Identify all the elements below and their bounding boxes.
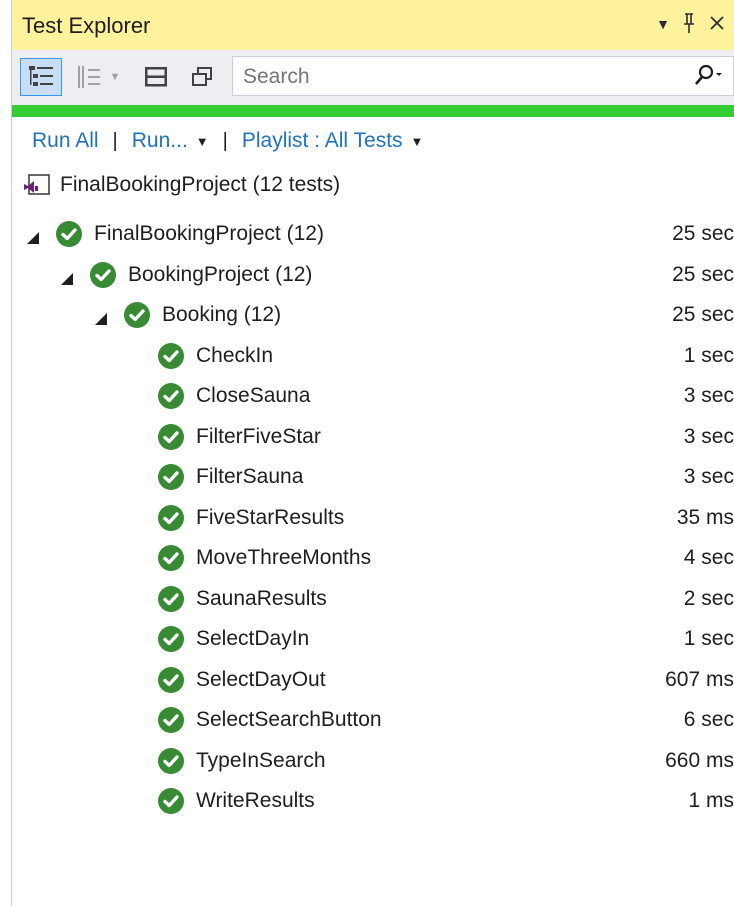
tree-expander-icon[interactable] [94, 308, 108, 326]
passed-check-icon [158, 585, 184, 612]
separator: | [222, 129, 228, 152]
group-by-button[interactable] [20, 58, 62, 96]
expand-collapse-button[interactable] [138, 58, 174, 96]
passed-check-icon [158, 423, 184, 450]
test-tree-row[interactable]: TypeInSearch 660 ms [12, 741, 734, 782]
copy-icon [192, 67, 212, 86]
passed-check-icon [158, 747, 184, 774]
window-menu-icon[interactable]: ▼ [656, 12, 670, 40]
test-duration: 607 ms [665, 667, 734, 691]
run-label: Run... [131, 129, 188, 152]
title-bar: Test Explorer ▼ [12, 0, 734, 50]
vs-project-icon [24, 174, 50, 195]
separator: | [112, 129, 118, 152]
test-tree-row[interactable]: SelectDayOut 607 ms [12, 660, 734, 701]
passed-check-icon [158, 666, 184, 693]
search-icon[interactable] [693, 63, 723, 95]
search-input[interactable] [241, 62, 665, 92]
passed-check-icon [158, 626, 184, 653]
test-name: SelectDayOut [196, 667, 326, 691]
test-duration: 1 sec [683, 627, 734, 651]
window-left-edge [0, 0, 12, 906]
test-duration: 6 sec [683, 708, 734, 732]
test-duration: 35 ms [676, 505, 734, 529]
tree-expander-icon[interactable] [60, 268, 74, 285]
test-tree-row[interactable]: Booking (12) 25 sec [12, 295, 734, 336]
passed-check-icon [158, 707, 184, 734]
test-tree-row[interactable]: SaunaResults 2 sec [12, 579, 734, 620]
test-name: Booking (12) [162, 303, 282, 327]
test-duration: 3 sec [683, 384, 734, 408]
pin-icon[interactable] [682, 12, 696, 40]
test-duration: 25 sec [672, 262, 734, 286]
expand-collapse-icon [145, 67, 167, 87]
test-duration: 3 sec [683, 465, 734, 489]
passed-check-icon [124, 302, 150, 329]
playlist-menu[interactable]: Playlist : All Tests ▼ [242, 129, 424, 153]
test-name: FilterSauna [196, 465, 304, 489]
test-tree-row[interactable]: FilterFiveStar 3 sec [12, 417, 734, 458]
passed-check-icon [56, 221, 82, 248]
test-name: BookingProject (12) [128, 262, 313, 286]
test-name: TypeInSearch [196, 748, 326, 772]
passed-check-icon [158, 383, 184, 410]
close-icon[interactable] [708, 12, 726, 40]
test-name: SelectSearchButton [196, 708, 382, 732]
project-summary: FinalBookingProject (12 tests) [22, 170, 340, 200]
passed-check-icon [158, 464, 184, 491]
test-name: FiveStarResults [196, 505, 345, 529]
chevron-down-icon: ▼ [195, 133, 209, 149]
run-menu[interactable]: Run... ▼ [132, 129, 209, 153]
test-tree-row[interactable]: MoveThreeMonths 4 sec [12, 538, 734, 579]
test-duration: 1 sec [683, 343, 734, 367]
passed-check-icon [158, 788, 184, 815]
test-explorer-panel: Test Explorer ▼ ▼ Search Run All | Run..… [12, 0, 734, 906]
action-bar: Run All | Run... ▼ | Playlist : All Test… [32, 126, 423, 156]
chevron-down-icon: ▼ [410, 133, 424, 149]
test-tree-row[interactable]: FiveStarResults 35 ms [12, 498, 734, 539]
passed-check-icon [90, 261, 116, 288]
test-duration: 25 sec [672, 303, 734, 327]
toolbar: ▼ [12, 50, 734, 105]
test-duration: 4 sec [683, 546, 734, 570]
passed-check-icon [158, 545, 184, 572]
test-name: FilterFiveStar [196, 424, 321, 448]
test-tree-row[interactable]: CheckIn 1 sec [12, 336, 734, 377]
sort-button[interactable]: ▼ [70, 58, 126, 96]
test-name: WriteResults [196, 789, 315, 813]
window-controls: ▼ [656, 12, 726, 40]
test-duration: 3 sec [683, 424, 734, 448]
test-name: FinalBookingProject (12) [94, 222, 324, 246]
test-duration: 25 sec [672, 222, 734, 246]
test-tree-row[interactable]: SelectDayIn 1 sec [12, 619, 734, 660]
passed-check-icon [158, 504, 184, 531]
test-tree: FinalBookingProject (12) 25 sec BookingPro… [12, 214, 734, 822]
test-tree-row[interactable]: FilterSauna 3 sec [12, 457, 734, 498]
test-duration: 2 sec [683, 586, 734, 610]
sort-icon [77, 66, 100, 88]
window-title: Test Explorer [22, 13, 151, 38]
test-tree-row[interactable]: SelectSearchButton 6 sec [12, 700, 734, 741]
search-box [232, 56, 734, 96]
playlist-label: Playlist : All Tests [241, 129, 403, 152]
test-name: CloseSauna [196, 384, 311, 408]
test-tree-row[interactable]: BookingProject (12) 25 sec [12, 255, 734, 296]
test-results-bar [12, 105, 734, 117]
project-summary-label: FinalBookingProject (12 tests) [60, 173, 341, 196]
test-tree-row[interactable]: CloseSauna 3 sec [12, 376, 734, 417]
test-name: MoveThreeMonths [196, 546, 372, 570]
passed-check-icon [158, 342, 184, 369]
test-name: CheckIn [196, 343, 274, 367]
group-by-icon [29, 66, 53, 86]
test-duration: 660 ms [665, 748, 734, 772]
test-tree-row[interactable]: WriteResults 1 ms [12, 781, 734, 822]
test-name: SelectDayIn [196, 627, 310, 651]
test-name: SaunaResults [196, 586, 327, 610]
test-duration: 1 ms [688, 789, 734, 813]
copy-button[interactable] [184, 58, 220, 96]
sort-dropdown-icon[interactable]: ▼ [110, 71, 121, 83]
test-tree-row[interactable]: FinalBookingProject (12) 25 sec [12, 214, 734, 255]
tree-expander-icon[interactable] [26, 227, 40, 245]
run-all-link[interactable]: Run All [32, 129, 99, 153]
